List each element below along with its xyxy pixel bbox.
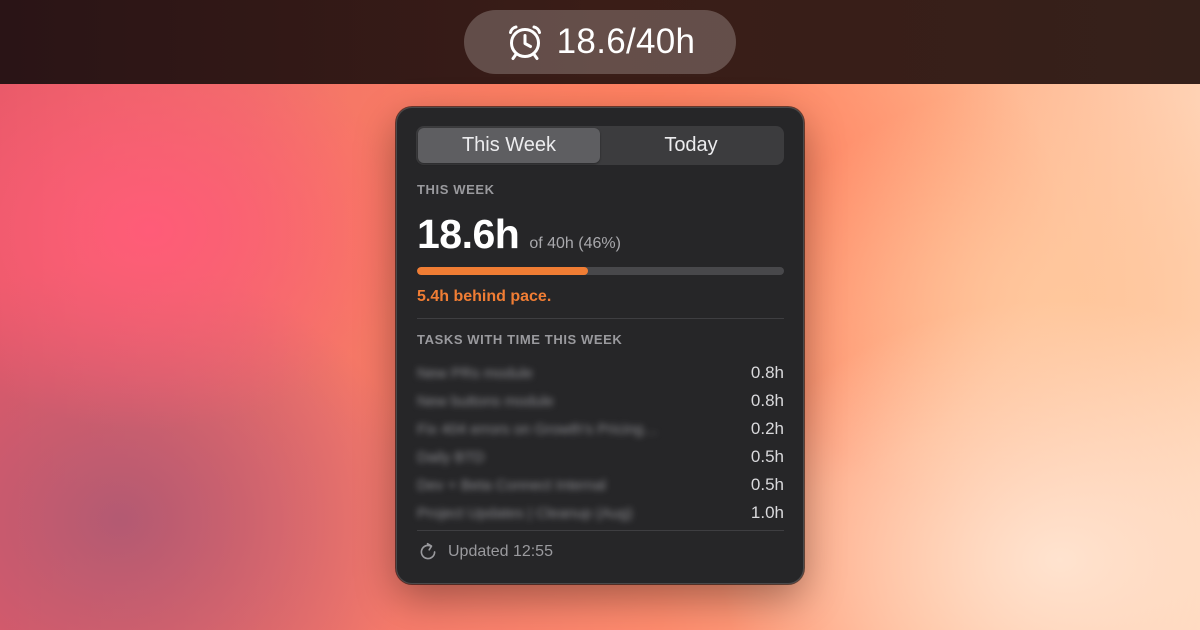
task-row[interactable]: Fix 404 errors on Growth's Pricing… 0.2h: [417, 415, 784, 443]
last-updated-text: Updated 12:55: [448, 543, 553, 560]
tab-this-week[interactable]: This Week: [418, 128, 600, 163]
task-time: 0.5h: [750, 475, 784, 494]
hours-summary: 18.6h of 40h (46%): [417, 211, 621, 258]
task-row[interactable]: Project Updates | Cleanup (Aug) 1.0h: [417, 499, 784, 527]
divider: [417, 530, 784, 531]
footer: Updated 12:55: [417, 541, 553, 563]
weekly-progress-fill: [417, 267, 588, 275]
weekly-progress-bar: [417, 267, 784, 275]
task-name: Daily BTD: [417, 448, 485, 466]
task-name: Dev + Beta Connect Internal: [417, 476, 606, 494]
menu-bar: 18.6/40h: [0, 0, 1200, 84]
task-row[interactable]: New PRs module 0.8h: [417, 359, 784, 387]
task-name: Project Updates | Cleanup (Aug): [417, 504, 633, 522]
task-time: 0.8h: [750, 363, 784, 382]
divider: [417, 318, 784, 319]
task-time: 0.5h: [750, 447, 784, 466]
period-segmented-control: This Week Today: [416, 126, 784, 165]
task-name: New PRs module: [417, 364, 533, 382]
summary-section-label: THIS WEEK: [417, 182, 495, 197]
time-tracker-menu-item[interactable]: 18.6/40h: [464, 10, 736, 74]
pace-status: 5.4h behind pace.: [417, 288, 552, 305]
task-name: New buttons module: [417, 392, 554, 410]
tab-today[interactable]: Today: [600, 128, 782, 163]
goal-text: of 40h (46%): [529, 235, 621, 252]
task-row[interactable]: New buttons module 0.8h: [417, 387, 784, 415]
task-time: 0.8h: [750, 391, 784, 410]
task-name: Fix 404 errors on Growth's Pricing…: [417, 420, 659, 438]
weekly-hours-status: 18.6/40h: [556, 22, 696, 61]
task-row[interactable]: Dev + Beta Connect Internal 0.5h: [417, 471, 784, 499]
tasks-section-label: TASKS WITH TIME THIS WEEK: [417, 332, 623, 347]
time-tracker-popover: This Week Today THIS WEEK 18.6h of 40h (…: [396, 107, 804, 584]
refresh-icon[interactable]: [417, 541, 439, 563]
hours-logged-value: 18.6h: [417, 211, 520, 257]
task-time: 1.0h: [750, 503, 784, 522]
task-time: 0.2h: [750, 419, 784, 438]
alarm-clock-icon: [508, 25, 541, 60]
task-row[interactable]: Daily BTD 0.5h: [417, 443, 784, 471]
task-list: New PRs module 0.8h New buttons module 0…: [417, 359, 784, 527]
